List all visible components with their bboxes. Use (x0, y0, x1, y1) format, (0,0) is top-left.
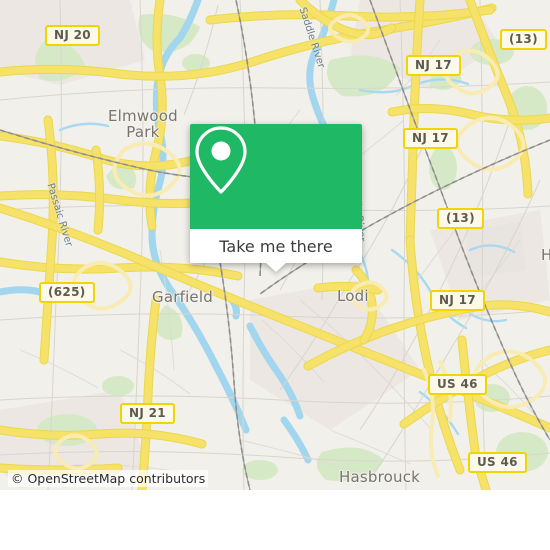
place-label-elmwood-park: Elmwood Park (108, 108, 178, 140)
map-pin-icon (195, 126, 247, 194)
place-label-line: Park (126, 123, 160, 141)
place-label-edge-h: H (541, 246, 550, 264)
shield-nj-20[interactable]: NJ 20 (45, 25, 100, 46)
popup-tail (265, 262, 287, 272)
take-me-there-button[interactable]: Take me there (190, 229, 362, 263)
map-canvas[interactable]: .rd { fill:none; stroke:#f6e169; stroke-… (0, 0, 550, 490)
place-label-hasbrouck: Hasbrouck (339, 468, 421, 486)
map-screenshot: .rd { fill:none; stroke:#f6e169; stroke-… (0, 0, 550, 550)
location-popup[interactable]: Take me there (190, 124, 362, 272)
shield-13-mid[interactable]: (13) (437, 208, 484, 229)
place-label-line: Elmwood (108, 107, 178, 125)
shield-nj-17-a[interactable]: NJ 17 (406, 55, 461, 76)
shield-nj-21[interactable]: NJ 21 (120, 403, 175, 424)
footer-bar: CR-42 (42 macdonald), Garfield, NJ 07026… (0, 490, 550, 550)
osm-attribution[interactable]: © OpenStreetMap contributors (8, 470, 209, 487)
shield-us-46-a[interactable]: US 46 (428, 374, 487, 395)
place-label-lodi: Lodi (337, 287, 369, 305)
popup-header (190, 124, 362, 229)
shield-nj-17-c[interactable]: NJ 17 (430, 290, 485, 311)
shield-us-46-b[interactable]: US 46 (468, 452, 527, 473)
place-label-garfield: Garfield (152, 288, 213, 306)
shield-625[interactable]: (625) (39, 282, 95, 303)
shield-13-top[interactable]: (13) (500, 29, 547, 50)
shield-nj-17-b[interactable]: NJ 17 (403, 128, 458, 149)
